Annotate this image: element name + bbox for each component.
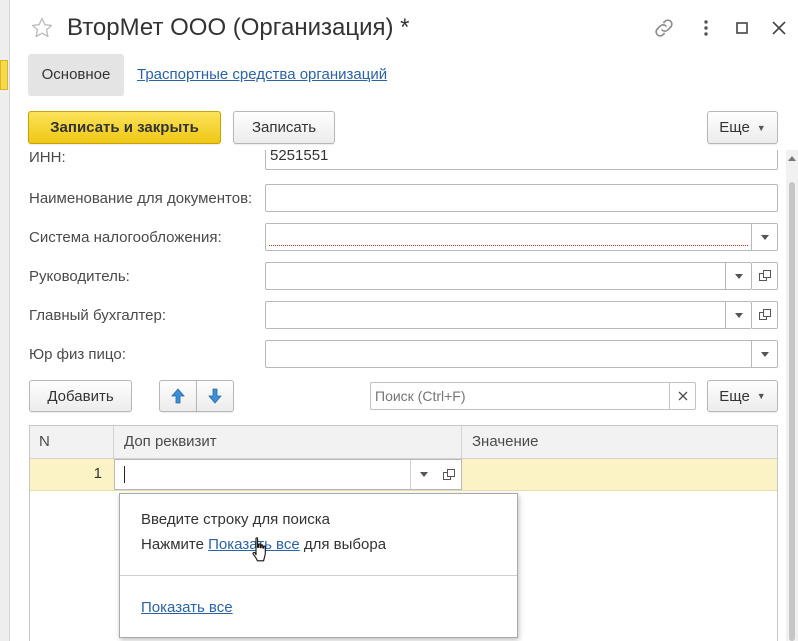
tax-system-dropdown-button[interactable] xyxy=(752,223,778,251)
left-panel-strip xyxy=(0,0,10,641)
popup-instruction-suffix: для выбора xyxy=(299,536,387,553)
inn-field[interactable]: 5251551 xyxy=(265,150,778,170)
director-open-button[interactable] xyxy=(752,262,778,290)
chevron-down-icon xyxy=(760,234,769,240)
scrollbar-thumb[interactable] xyxy=(789,182,795,641)
tax-system-label: Система налогообложения: xyxy=(29,229,222,246)
search-input[interactable] xyxy=(370,382,670,410)
more-button[interactable]: Еще ▼ xyxy=(707,111,778,144)
hand-cursor-icon xyxy=(250,536,270,564)
close-icon xyxy=(678,391,687,401)
arrow-down-icon xyxy=(208,388,222,404)
chevron-down-icon: ▼ xyxy=(756,122,766,133)
close-icon[interactable] xyxy=(767,16,791,40)
save-button[interactable]: Записать xyxy=(233,111,335,144)
open-in-window-icon xyxy=(758,270,771,281)
link-icon[interactable] xyxy=(652,16,676,40)
more-vertical-icon[interactable] xyxy=(694,16,718,40)
column-header-n[interactable]: N xyxy=(30,426,114,459)
legal-form-field[interactable] xyxy=(265,340,752,368)
chief-accountant-label: Главный бухгалтер: xyxy=(29,307,167,324)
director-dropdown-button[interactable] xyxy=(726,262,752,290)
attribute-dropdown-button[interactable] xyxy=(411,460,436,489)
director-label: Руководитель: xyxy=(29,268,130,285)
value-cell[interactable] xyxy=(462,459,779,490)
text-cursor xyxy=(124,466,125,483)
scroll-up-icon[interactable] xyxy=(788,156,796,161)
chevron-down-icon xyxy=(419,472,428,477)
save-and-close-label: Записать и закрыть xyxy=(50,119,199,136)
attribute-cell-editor[interactable] xyxy=(114,459,462,490)
save-and-close-button[interactable]: Записать и закрыть xyxy=(28,111,221,144)
table-more-button[interactable]: Еще ▼ xyxy=(707,380,778,412)
inn-value: 5251551 xyxy=(270,150,329,164)
add-row-button[interactable]: Добавить xyxy=(29,380,132,412)
legal-form-label: Юр физ пицо: xyxy=(29,346,126,363)
legal-form-dropdown-button[interactable] xyxy=(752,340,778,368)
chief-accountant-dropdown-button[interactable] xyxy=(726,301,752,329)
column-header-value[interactable]: Значение xyxy=(462,426,779,459)
table-more-label: Еще xyxy=(719,387,750,405)
table-header: N Доп реквизит Значение xyxy=(30,426,777,459)
move-up-button[interactable] xyxy=(159,380,197,412)
inn-label: ИНН: xyxy=(29,150,66,166)
open-in-window-icon xyxy=(758,309,771,320)
inn-row-clip: ИНН: 5251551 xyxy=(0,150,786,172)
popup-instruction-prefix: Нажмите xyxy=(141,536,209,553)
maximize-icon[interactable] xyxy=(730,16,754,40)
show-all-link[interactable]: Показать все xyxy=(141,599,233,616)
required-underline xyxy=(269,245,748,246)
chief-accountant-field[interactable] xyxy=(265,301,726,329)
clear-search-button[interactable] xyxy=(669,382,696,410)
open-in-window-icon xyxy=(442,468,455,480)
tax-system-field[interactable] xyxy=(265,223,752,251)
star-icon[interactable] xyxy=(30,16,54,40)
chevron-down-icon: ▼ xyxy=(756,391,766,401)
chief-accountant-open-button[interactable] xyxy=(752,301,778,329)
more-label: Еще xyxy=(719,119,750,136)
move-down-button[interactable] xyxy=(196,380,234,412)
doc-name-field[interactable] xyxy=(265,184,778,212)
left-panel-highlight xyxy=(0,60,8,90)
arrow-up-icon xyxy=(171,388,185,404)
popup-hint-text: Введите строку для поиска xyxy=(141,511,330,528)
form-scrollbar[interactable] xyxy=(786,150,798,641)
column-header-attribute[interactable]: Доп реквизит xyxy=(114,426,462,459)
director-field[interactable] xyxy=(265,262,726,290)
doc-name-label: Наименование для документов: xyxy=(29,190,253,207)
table-row[interactable]: 1 xyxy=(30,459,777,491)
add-row-label: Добавить xyxy=(47,387,114,405)
popup-divider xyxy=(120,575,517,576)
chevron-down-icon xyxy=(734,312,743,318)
tab-vehicles-link[interactable]: Траспортные средства организаций xyxy=(137,66,387,83)
chevron-down-icon xyxy=(734,273,743,279)
autocomplete-popup: Введите строку для поиска Нажмите Показа… xyxy=(119,493,518,638)
save-label: Записать xyxy=(251,119,317,136)
row-number: 1 xyxy=(93,465,102,482)
tab-main[interactable]: Основное xyxy=(28,54,124,96)
chevron-down-icon xyxy=(760,351,769,357)
attribute-open-button[interactable] xyxy=(436,460,461,489)
window-title: ВторМет ООО (Организация) * xyxy=(67,14,410,41)
tab-main-label: Основное xyxy=(41,66,111,83)
